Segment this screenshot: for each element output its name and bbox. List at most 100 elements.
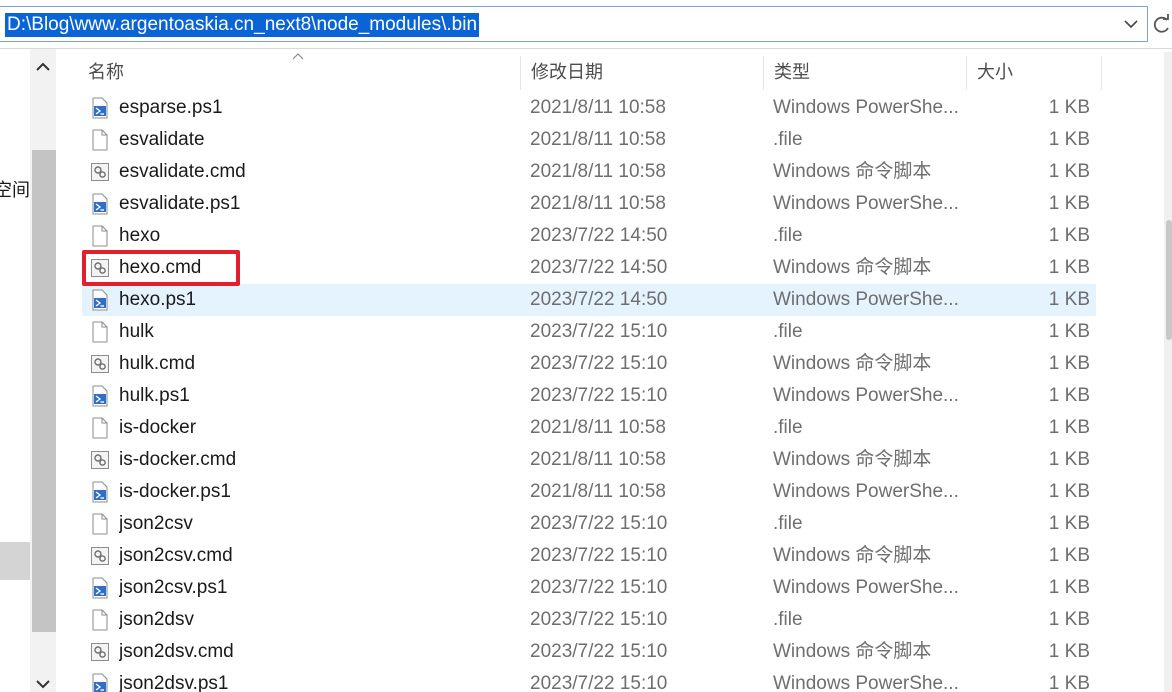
column-header: 名称 修改日期 类型 大小: [78, 52, 1102, 92]
blank-file-icon: [90, 513, 110, 535]
file-row[interactable]: hulk.cmd 2023/7/22 15:10 Windows 命令脚本 1 KB: [82, 348, 1096, 380]
cmd-file-icon: [90, 161, 110, 183]
file-name: json2csv: [119, 513, 193, 534]
file-size: 1 KB: [1048, 257, 1090, 278]
nav-scrollbar-thumb[interactable]: [32, 150, 56, 632]
powershell-file-icon: [90, 481, 110, 503]
file-row[interactable]: is-docker.cmd 2021/8/11 10:58 Windows 命令脚本…: [82, 444, 1096, 476]
nav-selected-item[interactable]: [0, 542, 30, 580]
file-list-scrollbar-track[interactable]: [1164, 52, 1172, 692]
file-name: is-docker.cmd: [119, 449, 237, 470]
powershell-file-icon: [90, 577, 110, 599]
file-date: 2023/7/22 15:10: [530, 577, 668, 598]
file-row[interactable]: esvalidate.ps1 2021/8/11 10:58 Windows Pow…: [82, 188, 1096, 220]
file-row[interactable]: hulk 2023/7/22 15:10 .file 1 KB: [82, 316, 1096, 348]
file-date: 2023/7/22 15:10: [530, 545, 668, 566]
file-type: Windows PowerShe...: [773, 673, 959, 692]
file-type: .file: [773, 225, 803, 246]
file-size: 1 KB: [1048, 353, 1090, 374]
file-row[interactable]: is-docker.ps1 2021/8/11 10:58 Windows Powe…: [82, 476, 1096, 508]
cmd-file-icon: [90, 641, 110, 663]
file-size: 1 KB: [1048, 193, 1090, 214]
file-date: 2021/8/11 10:58: [530, 129, 666, 150]
file-row[interactable]: json2csv.ps1 2023/7/22 15:10 Windows Power…: [82, 572, 1096, 604]
file-size: 1 KB: [1048, 385, 1090, 406]
file-row[interactable]: esvalidate.cmd 2021/8/11 10:58 Windows 命令脚…: [82, 156, 1096, 188]
file-row[interactable]: esvalidate 2021/8/11 10:58 .file 1 KB: [82, 124, 1096, 156]
file-row[interactable]: hulk.ps1 2023/7/22 15:10 Windows PowerShe.…: [82, 380, 1096, 412]
refresh-icon[interactable]: [1150, 6, 1172, 42]
column-divider[interactable]: [1101, 56, 1102, 90]
file-row[interactable]: hexo 2023/7/22 14:50 .file 1 KB: [82, 220, 1096, 252]
file-size: 1 KB: [1048, 129, 1090, 150]
file-name: esvalidate: [119, 129, 205, 150]
address-path[interactable]: D:\Blog\www.argentoaskia.cn_next8\node_m…: [5, 13, 480, 37]
powershell-file-icon: [90, 97, 110, 119]
address-bar: D:\Blog\www.argentoaskia.cn_next8\node_m…: [0, 0, 1172, 49]
cmd-file-icon: [90, 545, 110, 567]
file-name: esparse.ps1: [119, 97, 223, 118]
file-name: json2dsv: [119, 609, 194, 630]
file-name: json2csv.cmd: [119, 545, 233, 566]
file-type: Windows 命令脚本: [773, 545, 932, 566]
file-name: hulk: [119, 321, 154, 342]
file-type: Windows PowerShe...: [773, 289, 959, 310]
file-row[interactable]: esparse.ps1 2021/8/11 10:58 Windows PowerS…: [82, 92, 1096, 124]
blank-file-icon: [90, 129, 110, 151]
file-row[interactable]: json2csv.cmd 2023/7/22 15:10 Windows 命令脚本 1…: [82, 540, 1096, 572]
powershell-file-icon: [90, 385, 110, 407]
column-header-size[interactable]: 大小: [967, 52, 1101, 92]
file-date: 2021/8/11 10:58: [530, 417, 666, 438]
file-type: Windows 命令脚本: [773, 641, 932, 662]
file-date: 2023/7/22 15:10: [530, 513, 668, 534]
file-type: Windows PowerShe...: [773, 481, 959, 502]
file-row[interactable]: json2dsv 2023/7/22 15:10 .file 1 KB: [82, 604, 1096, 636]
file-date: 2023/7/22 14:50: [530, 225, 668, 246]
blank-file-icon: [90, 417, 110, 439]
cmd-file-icon: [90, 353, 110, 375]
file-type: .file: [773, 417, 803, 438]
cmd-file-icon: [90, 449, 110, 471]
chevron-down-icon[interactable]: [34, 676, 52, 692]
file-type: .file: [773, 513, 803, 534]
file-type: Windows 命令脚本: [773, 353, 932, 374]
file-name: hexo.ps1: [119, 289, 197, 310]
file-type: Windows PowerShe...: [773, 577, 959, 598]
file-row[interactable]: json2dsv.ps1 2023/7/22 15:10 Windows Power…: [82, 668, 1096, 692]
file-size: 1 KB: [1048, 225, 1090, 246]
file-date: 2023/7/22 15:10: [530, 385, 668, 406]
file-type: .file: [773, 609, 803, 630]
file-type: Windows PowerShe...: [773, 97, 959, 118]
file-date: 2021/8/11 10:58: [530, 97, 666, 118]
file-name: hexo: [119, 225, 161, 246]
file-date: 2023/7/22 15:10: [530, 353, 668, 374]
column-header-type[interactable]: 类型: [764, 52, 966, 92]
file-type: .file: [773, 129, 803, 150]
file-row[interactable]: hexo.ps1 2023/7/22 14:50 Windows PowerShe.…: [82, 284, 1096, 316]
chevron-up-icon[interactable]: [34, 58, 52, 76]
file-type: Windows 命令脚本: [773, 257, 932, 278]
file-size: 1 KB: [1048, 449, 1090, 470]
file-size: 1 KB: [1048, 321, 1090, 342]
column-header-name[interactable]: 名称: [78, 52, 520, 92]
file-name: is-docker: [119, 417, 197, 438]
file-size: 1 KB: [1048, 641, 1090, 662]
file-name: json2dsv.cmd: [119, 641, 234, 662]
blank-file-icon: [90, 321, 110, 343]
file-name: hulk.ps1: [119, 385, 190, 406]
file-row[interactable]: json2dsv.cmd 2023/7/22 15:10 Windows 命令脚本 1…: [82, 636, 1096, 668]
chevron-down-icon[interactable]: [1121, 14, 1141, 34]
file-size: 1 KB: [1048, 577, 1090, 598]
column-header-date[interactable]: 修改日期: [521, 52, 763, 92]
file-size: 1 KB: [1048, 97, 1090, 118]
address-input[interactable]: D:\Blog\www.argentoaskia.cn_next8\node_m…: [0, 6, 1148, 42]
file-name: esvalidate.ps1: [119, 193, 241, 214]
nav-item-label[interactable]: 空间: [0, 179, 30, 201]
file-date: 2021/8/11 10:58: [530, 449, 666, 470]
file-row[interactable]: json2csv 2023/7/22 15:10 .file 1 KB: [82, 508, 1096, 540]
file-size: 1 KB: [1048, 481, 1090, 502]
file-name: json2dsv.ps1: [119, 673, 229, 692]
file-date: 2021/8/11 10:58: [530, 161, 666, 182]
file-list-scrollbar-thumb[interactable]: [1166, 220, 1172, 340]
file-row[interactable]: is-docker 2021/8/11 10:58 .file 1 KB: [82, 412, 1096, 444]
